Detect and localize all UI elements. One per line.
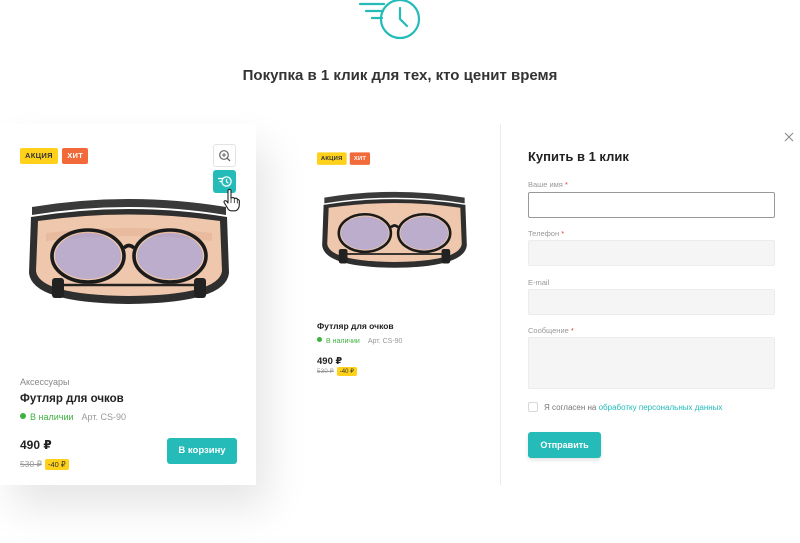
preview-product-name: Футляр для очков bbox=[317, 321, 394, 331]
sale-badge: АКЦИЯ bbox=[317, 152, 347, 165]
modal-divider bbox=[500, 124, 501, 485]
preview-image bbox=[322, 191, 467, 268]
product-image bbox=[29, 199, 229, 304]
price: 490 ₽ bbox=[20, 438, 52, 452]
add-to-cart-button[interactable]: В корзину bbox=[167, 438, 237, 464]
article: Арт. CS-90 bbox=[81, 412, 126, 422]
email-label: E-mail bbox=[528, 278, 550, 287]
product-category: Аксессуары bbox=[20, 377, 70, 387]
hit-badge: ХИТ bbox=[349, 152, 371, 165]
in-stock-dot bbox=[20, 413, 26, 419]
preview-badges: АКЦИЯ ХИТ bbox=[317, 150, 371, 165]
zoom-icon bbox=[219, 150, 231, 162]
badges: АКЦИЯ ХИТ bbox=[20, 145, 89, 164]
email-field[interactable] bbox=[528, 289, 775, 315]
zoom-button[interactable] bbox=[213, 144, 236, 167]
preview-stock-row: В наличии Арт. CS-90 bbox=[317, 337, 402, 345]
discount-badge: -40 ₽ bbox=[336, 367, 357, 376]
discount-badge: -40 ₽ bbox=[44, 459, 69, 470]
preview-price: 490 ₽ bbox=[317, 356, 343, 367]
consent-row: Я согласен на обработку персональных дан… bbox=[528, 402, 722, 412]
consent-link[interactable]: обработку персональных данных bbox=[599, 403, 723, 412]
article: Арт. CS-90 bbox=[367, 338, 403, 345]
old-price: 530 ₽ bbox=[20, 459, 42, 469]
stock-status: В наличии bbox=[326, 338, 360, 345]
hero-title: Покупка в 1 клик для тех, кто ценит врем… bbox=[242, 67, 558, 84]
fast-clock-icon bbox=[358, 0, 421, 40]
name-field[interactable] bbox=[528, 192, 775, 218]
stock-row: В наличии Арт. CS-90 bbox=[20, 412, 126, 422]
modal-title: Купить в 1 клик bbox=[528, 149, 629, 164]
phone-label: Телефон * bbox=[528, 229, 565, 238]
close-icon[interactable] bbox=[782, 130, 796, 144]
in-stock-dot bbox=[317, 337, 322, 342]
hit-badge: ХИТ bbox=[62, 148, 89, 164]
submit-button[interactable]: Отправить bbox=[528, 432, 601, 458]
message-field[interactable] bbox=[528, 337, 775, 389]
preview-old-price-row: 530 ₽ -40 ₽ bbox=[317, 367, 357, 376]
name-label: Ваше имя * bbox=[528, 180, 568, 189]
stock-status: В наличии bbox=[30, 412, 74, 422]
old-price: 530 ₽ bbox=[317, 368, 334, 375]
message-label: Сообщение * bbox=[528, 326, 574, 335]
consent-text: Я согласен на bbox=[544, 403, 597, 412]
sale-badge: АКЦИЯ bbox=[20, 148, 58, 164]
product-name[interactable]: Футляр для очков bbox=[20, 393, 124, 405]
phone-field[interactable] bbox=[528, 240, 775, 266]
old-price-row: 530 ₽ -40 ₽ bbox=[20, 454, 69, 472]
consent-checkbox[interactable] bbox=[528, 402, 538, 412]
